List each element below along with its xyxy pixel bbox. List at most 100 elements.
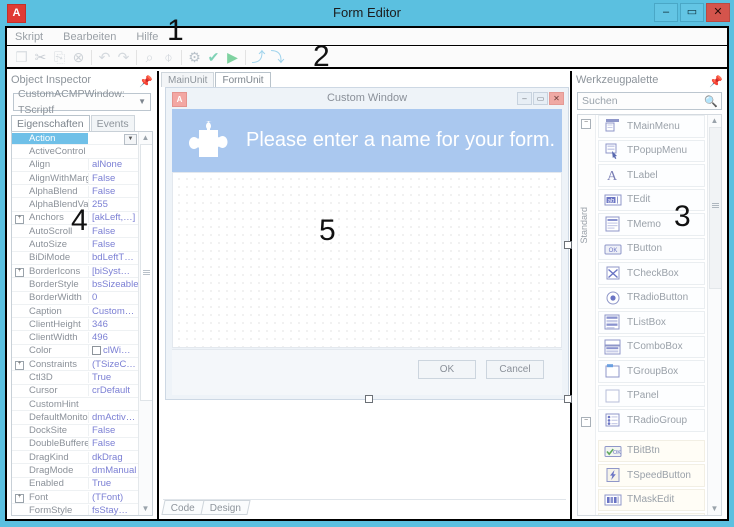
group-collapse-toggle-standard[interactable]: − — [581, 119, 591, 129]
property-value[interactable]: False — [88, 185, 139, 197]
property-value[interactable]: fsStay… — [88, 504, 139, 515]
palette-item-tpanel[interactable]: TPanel — [598, 384, 705, 407]
palette-pin-icon[interactable]: 📌 — [709, 75, 723, 88]
resize-handle-corner[interactable] — [564, 395, 572, 403]
palette-item-tlistbox[interactable]: TListBox — [598, 311, 705, 334]
property-row[interactable]: + Constraints (TSizeC… — [12, 358, 139, 372]
palette-scroll-down-icon[interactable]: ▼ — [708, 503, 721, 515]
property-row[interactable]: DockSite False — [12, 425, 139, 438]
object-selector-combobox[interactable]: CustomACMPWindow: TScriptf ▼ — [13, 88, 151, 116]
delete-icon[interactable]: ⊗ — [69, 48, 88, 67]
scrollbar-thumb[interactable] — [140, 144, 152, 401]
property-row[interactable]: DragMode dmManual — [12, 464, 139, 478]
property-value[interactable]: (TFont) — [88, 491, 139, 503]
palette-item-tcombobox[interactable]: TComboBox — [598, 335, 705, 358]
settings-gear-icon[interactable]: ⚙ — [185, 48, 204, 67]
property-value[interactable]: Custom… — [88, 305, 139, 317]
property-row[interactable]: FormStyle fsStay… — [12, 504, 139, 515]
property-row[interactable]: Enabled True — [12, 478, 139, 492]
property-value[interactable]: False — [88, 239, 139, 251]
design-surface[interactable]: A Custom Window – ▭ ✕ Please enter a nam… — [165, 87, 572, 487]
designed-form[interactable]: A Custom Window – ▭ ✕ Please enter a nam… — [165, 87, 572, 403]
property-row[interactable]: CustomHint — [12, 398, 139, 412]
property-value[interactable]: bdLeftT… — [88, 252, 139, 264]
palette-scrollbar-thumb[interactable] — [709, 127, 721, 289]
undo-icon[interactable]: ↶ — [95, 48, 114, 67]
property-row[interactable]: Cursor crDefault — [12, 385, 139, 398]
property-row[interactable]: BorderStyle bsSizeable — [12, 278, 139, 292]
palette-item-tradiobutton[interactable]: TRadioButton — [598, 286, 705, 309]
property-row[interactable]: DragKind dkDrag — [12, 451, 139, 465]
property-row[interactable]: DefaultMonitor dmActiv… — [12, 411, 139, 425]
palette-item-tgroupbox[interactable]: TGroupBox — [598, 360, 705, 383]
property-row[interactable]: Color clWi… — [12, 345, 139, 359]
menu-item-bearbeiten[interactable]: Bearbeiten — [63, 31, 116, 43]
form-cancel-button[interactable]: Cancel — [486, 360, 544, 379]
palette-item-tmaskedit[interactable]: TMaskEdit — [598, 488, 705, 511]
palette-item-tcheckbox[interactable]: TCheckBox — [598, 262, 705, 285]
form-minimize-button[interactable]: – — [517, 92, 532, 105]
property-row[interactable]: + BorderIcons [biSyst… — [12, 265, 139, 279]
property-row[interactable]: AutoSize False — [12, 238, 139, 252]
property-row[interactable]: + Font (TFont) — [12, 491, 139, 505]
new-icon[interactable]: ❐ — [12, 48, 31, 67]
tab-eigenschaften[interactable]: Eigenschaften — [11, 115, 90, 131]
expand-plus-icon[interactable]: + — [15, 267, 24, 277]
check-icon[interactable]: ✔ — [204, 48, 223, 67]
property-row[interactable]: BiDiMode bdLeftT… — [12, 252, 139, 265]
menu-item-hilfe[interactable]: Hilfe — [136, 31, 158, 43]
property-value[interactable]: [akLeft,…] — [88, 212, 139, 224]
form-banner[interactable]: Please enter a name for your form. — [172, 109, 562, 172]
expand-plus-icon[interactable]: + — [15, 361, 24, 371]
property-value[interactable]: dkDrag — [88, 451, 139, 463]
replace-icon[interactable]: ⌽ — [159, 48, 178, 67]
tab-code[interactable]: Code — [161, 500, 205, 515]
property-value[interactable]: False — [88, 438, 139, 450]
property-row[interactable]: ActiveControl — [12, 145, 139, 159]
property-value[interactable]: False — [88, 425, 139, 437]
property-value[interactable]: clWi… — [88, 345, 139, 357]
palette-scroll-up-icon[interactable]: ▲ — [708, 115, 721, 127]
form-ok-button[interactable]: OK — [418, 360, 476, 379]
property-value[interactable]: dmActiv… — [88, 411, 139, 423]
property-value[interactable]: 346 — [88, 318, 139, 330]
menu-item-skript[interactable]: Skript — [15, 31, 43, 43]
property-row[interactable]: DoubleBufferedFalse — [12, 438, 139, 452]
resize-handle-right[interactable] — [564, 241, 572, 249]
property-value[interactable]: 255 — [88, 199, 139, 211]
tab-formunit[interactable]: FormUnit — [215, 72, 271, 87]
cut-icon[interactable]: ✂ — [31, 48, 50, 67]
form-maximize-button[interactable]: ▭ — [533, 92, 548, 105]
undo-form-icon[interactable]: ⤵ — [268, 48, 287, 67]
palette-item-tpopupmenu[interactable]: TPopupMenu — [598, 139, 705, 162]
maximize-button[interactable]: ▭ — [680, 3, 704, 22]
palette-item-tmainmenu[interactable]: TMainMenu — [598, 115, 705, 138]
property-value[interactable]: crDefault — [88, 385, 139, 397]
palette-item-tbutton[interactable]: OK TButton — [598, 237, 705, 260]
property-value[interactable]: True — [88, 478, 139, 490]
tab-design[interactable]: Design — [200, 500, 251, 515]
property-value[interactable]: (TSizeC… — [88, 358, 139, 370]
paste-icon[interactable]: ⎘ — [50, 48, 69, 67]
run-icon[interactable]: ▶ — [223, 48, 242, 67]
property-value[interactable]: [biSyst… — [88, 265, 139, 277]
property-row[interactable]: AlphaBlend False — [12, 185, 139, 199]
group-collapse-toggle-additional[interactable]: − — [581, 417, 591, 427]
property-row[interactable]: BorderWidth 0 — [12, 292, 139, 305]
property-row[interactable]: Action ▼ — [12, 132, 139, 146]
property-row[interactable]: AlignWithMarginsFalse — [12, 172, 139, 186]
close-button[interactable]: ✕ — [706, 3, 730, 22]
form-canvas-dotgrid[interactable] — [172, 172, 562, 348]
property-row[interactable]: Align alNone — [12, 159, 139, 172]
property-row[interactable]: Caption Custom… — [12, 305, 139, 319]
palette-item-tlabel[interactable]: A TLabel — [598, 164, 705, 187]
property-value[interactable]: 0 — [88, 292, 139, 304]
search-icon[interactable]: 🔍 — [704, 94, 718, 110]
palette-item-timage[interactable]: TImage — [598, 513, 705, 515]
search-icon[interactable]: ⌕ — [140, 48, 159, 67]
property-grid-scrollbar[interactable]: ▲ ▼ — [138, 132, 152, 515]
property-value[interactable]: bsSizeable — [88, 278, 139, 290]
minimize-button[interactable]: – — [654, 3, 678, 22]
property-value[interactable]: dmManual — [88, 465, 139, 477]
palette-search-input[interactable]: Suchen 🔍 — [577, 92, 722, 110]
